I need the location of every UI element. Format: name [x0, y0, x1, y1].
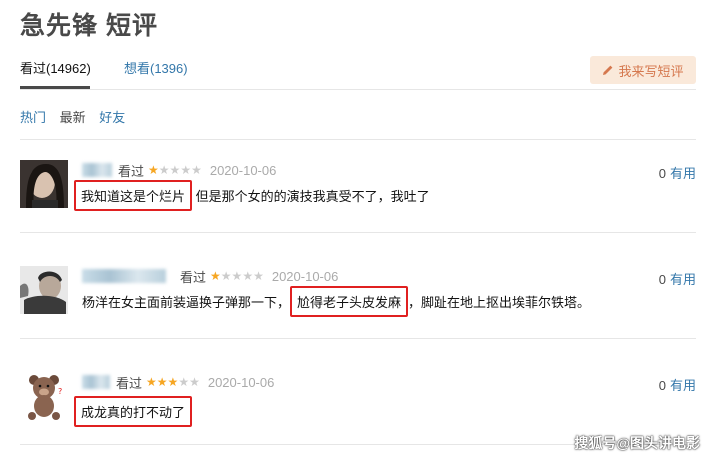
tab-bar: 看过(14962) 想看(1396) 我来写短评 [20, 56, 696, 90]
divider [20, 338, 696, 339]
review-text: ，脚趾在地上抠出埃菲尔铁塔。 [408, 295, 591, 310]
avatar[interactable] [20, 266, 68, 314]
blurred-username[interactable] [82, 375, 110, 389]
tab-want-to-watch[interactable]: 想看(1396) [124, 58, 188, 77]
review-content: 我知道这是个烂片 但是那个女的的演技我真受不了，我吐了 [74, 180, 430, 211]
review-item: 看过 ★ ★ ★ ★ ★ 2020-10-06 0 有用 我知道这是个烂片 但是那个女的的… [20, 140, 696, 240]
write-review-button[interactable]: 我来写短评 [590, 56, 696, 84]
filter-friends[interactable]: 好友 [99, 110, 125, 125]
svg-text:?: ? [58, 387, 62, 396]
star-empty-icon: ★ [189, 375, 200, 389]
pencil-icon [603, 65, 613, 75]
review-status: 看过 [116, 375, 143, 391]
filter-hot[interactable]: 热门 [20, 110, 46, 125]
review-status: 看过 [118, 163, 145, 179]
star-empty-icon: ★ [158, 163, 170, 177]
useful-button[interactable]: 有用 [670, 166, 696, 181]
star-empty-icon: ★ [178, 375, 190, 389]
review-meta: 看过 ★ ★ ★ ★ ★ 2020-10-06 [82, 267, 338, 285]
useful-button[interactable]: 有用 [670, 272, 696, 287]
review-status: 看过 [180, 269, 207, 285]
blurred-username[interactable] [82, 269, 166, 283]
useful-button[interactable]: 有用 [670, 378, 696, 393]
review-content: 杨洋在女主面前装逼换子弹那一下， 尬得老子头皮发麻 ，脚趾在地上抠出埃菲尔铁塔。 [82, 286, 590, 317]
star-empty-icon: ★ [180, 163, 192, 177]
useful-vote[interactable]: 0 有用 [659, 269, 696, 288]
star-empty-icon: ★ [253, 269, 264, 283]
avatar[interactable] [20, 160, 68, 208]
rating-stars: ★ ★ ★ ★ ★ [210, 270, 264, 282]
avatar[interactable]: ? [20, 372, 68, 420]
watermark: 搜狐号@图头讲电影 [574, 435, 700, 451]
star-empty-icon: ★ [231, 269, 243, 283]
highlighted-text: 尬得老子头皮发麻 [290, 286, 409, 317]
rating-stars: ★ ★ ★ ★ ★ [146, 376, 200, 388]
divider [20, 89, 696, 90]
useful-count: 0 [658, 166, 666, 181]
review-meta: 看过 ★ ★ ★ ★ ★ 2020-10-06 [82, 161, 276, 179]
divider [20, 232, 696, 233]
page-title: 急先锋 短评 [20, 12, 158, 40]
star-empty-icon: ★ [242, 269, 254, 283]
sort-filters: 热门 最新 好友 [20, 107, 135, 126]
review-text: 杨洋在女主面前装逼换子弹那一下， [82, 295, 291, 310]
review-text: 但是那个女的的演技我真受不了，我吐了 [192, 189, 430, 204]
review-content: 成龙真的打不动了 [74, 396, 193, 427]
rating-stars: ★ ★ ★ ★ ★ [148, 164, 202, 176]
highlighted-text: 我知道这是个烂片 [74, 180, 193, 211]
review-date: 2020-10-06 [209, 162, 277, 178]
useful-count: 0 [658, 378, 666, 393]
highlighted-text: 成龙真的打不动了 [74, 396, 193, 427]
star-filled-icon: ★ [156, 375, 168, 389]
star-empty-icon: ★ [220, 269, 232, 283]
review-meta: 看过 ★ ★ ★ ★ ★ 2020-10-06 [82, 373, 274, 391]
useful-vote[interactable]: 0 有用 [659, 163, 696, 182]
review-date: 2020-10-06 [271, 268, 339, 284]
blurred-username[interactable] [82, 163, 112, 177]
star-empty-icon: ★ [169, 163, 181, 177]
star-filled-icon: ★ [210, 269, 221, 283]
star-filled-icon: ★ [146, 375, 157, 389]
review-date: 2020-10-06 [207, 374, 275, 390]
star-empty-icon: ★ [191, 163, 202, 177]
review-item: 看过 ★ ★ ★ ★ ★ 2020-10-06 0 有用 杨洋在女主面前装逼换子弹那一下，… [20, 246, 696, 346]
tab-watched[interactable]: 看过(14962) [20, 58, 91, 77]
useful-count: 0 [658, 272, 666, 287]
star-filled-icon: ★ [167, 375, 179, 389]
useful-vote[interactable]: 0 有用 [659, 375, 696, 394]
filter-latest[interactable]: 最新 [60, 110, 86, 125]
star-filled-icon: ★ [148, 163, 159, 177]
write-review-label: 我来写短评 [618, 63, 684, 79]
